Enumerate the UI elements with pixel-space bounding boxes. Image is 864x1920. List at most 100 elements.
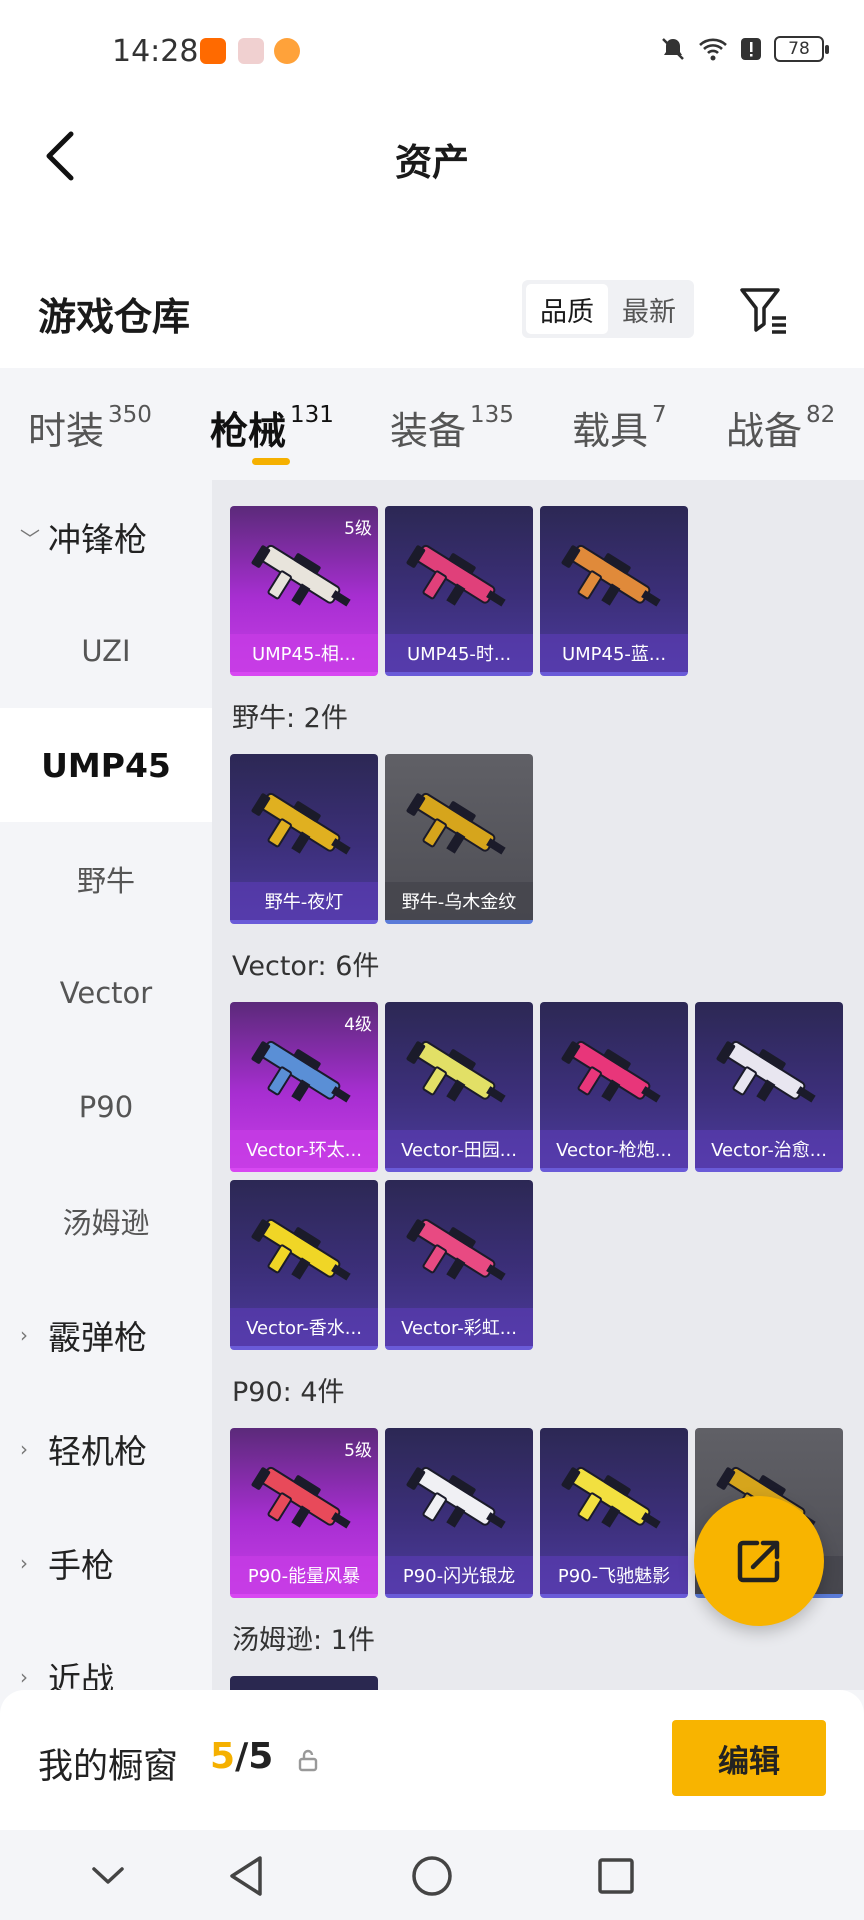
- sort-quality-button[interactable]: 品质: [526, 284, 608, 334]
- circle-home-icon: [412, 1856, 452, 1896]
- lock-icon: [298, 1749, 318, 1772]
- tab-label: 时装: [28, 409, 105, 453]
- sidebar-item-vector[interactable]: Vector: [0, 936, 212, 1050]
- nav-recents-button[interactable]: [588, 1848, 644, 1904]
- sidebar-item-p90[interactable]: P90: [0, 1050, 212, 1164]
- skin-card[interactable]: UMP45-时...: [385, 506, 533, 676]
- skin-card[interactable]: 5级 P90-能量风暴: [230, 1428, 378, 1598]
- weapon-skin-icon: [406, 544, 506, 607]
- sidebar-item-thompson[interactable]: 汤姆逊: [0, 1164, 212, 1278]
- square-recents-icon: [598, 1858, 634, 1894]
- sidebar-item-smg[interactable]: ﹀ 冲锋枪: [0, 480, 212, 594]
- tab-vehicles[interactable]: 载具 7: [572, 400, 667, 455]
- sidebar-item-label: 手枪: [48, 1546, 114, 1585]
- taobao-app-icon: [200, 38, 226, 64]
- weapon-type-sidebar: ﹀ 冲锋枪 UZI UMP45 野牛 Vector P90 汤姆逊 › 霰弹枪 › 轻…: [0, 480, 212, 1699]
- skin-name: P90-飞驰魅影: [540, 1556, 688, 1594]
- sidebar-item-pistol[interactable]: › 手枪: [0, 1506, 212, 1620]
- skin-card[interactable]: Vector-香水...: [230, 1180, 378, 1350]
- weapon-skin-icon: [561, 1040, 661, 1103]
- skin-card[interactable]: P90-飞驰魅影: [540, 1428, 688, 1598]
- skin-card[interactable]: Vector-田园...: [385, 1002, 533, 1172]
- skin-name: 野牛-乌木金纹: [385, 882, 533, 920]
- skin-card[interactable]: 5级 UMP45-相...: [230, 506, 378, 676]
- sidebar-item-shotgun[interactable]: › 霰弹枪: [0, 1278, 212, 1392]
- skin-name: 野牛-夜灯: [230, 882, 378, 920]
- status-time: 14:28: [112, 34, 199, 69]
- sidebar-item-bizon[interactable]: 野牛: [0, 822, 212, 936]
- sort-newest-button[interactable]: 最新: [608, 284, 690, 334]
- skin-name: Vector-香水...: [230, 1308, 378, 1346]
- chevron-down-icon: ﹀: [20, 526, 40, 551]
- weapon-skin-icon: [561, 1466, 661, 1529]
- app-notification-icon: [238, 38, 264, 64]
- wifi-icon: [699, 38, 727, 61]
- skin-card[interactable]: Vector-彩虹...: [385, 1180, 533, 1350]
- skin-name: Vector-治愈...: [695, 1130, 843, 1168]
- skin-card[interactable]: 4级 Vector-环太...: [230, 1002, 378, 1172]
- skin-card[interactable]: Vector-治愈...: [695, 1002, 843, 1172]
- section-title: 游戏仓库: [38, 295, 191, 339]
- skin-name: UMP45-时...: [385, 634, 533, 672]
- sidebar-item-label: 轻机枪: [48, 1432, 147, 1471]
- system-nav-bar: [0, 1830, 864, 1920]
- active-tab-indicator: [252, 458, 290, 465]
- status-bar: 14:28 78: [0, 0, 864, 100]
- skin-card[interactable]: 野牛-夜灯: [230, 754, 378, 924]
- top-header: 资产: [0, 100, 864, 240]
- share-fab-button[interactable]: [694, 1496, 824, 1626]
- sidebar-item-uzi[interactable]: UZI: [0, 594, 212, 708]
- tab-fashion[interactable]: 时装 350: [28, 400, 152, 455]
- sidebar-item-ump45[interactable]: UMP45: [0, 708, 212, 822]
- nav-home-button[interactable]: [404, 1848, 460, 1904]
- nav-collapse-button[interactable]: [80, 1848, 136, 1904]
- skin-card[interactable]: 野牛-乌木金纹: [385, 754, 533, 924]
- weapon-skin-icon: [406, 792, 506, 855]
- level-badge: 4级: [344, 1015, 372, 1035]
- showcase-total: /5: [235, 1736, 274, 1777]
- alert-icon: [741, 38, 761, 60]
- tab-count: 7: [652, 402, 667, 428]
- sidebar-item-label: Vector: [59, 976, 153, 1010]
- skin-card-partial[interactable]: [230, 1676, 378, 1690]
- skin-card[interactable]: P90-闪光银龙: [385, 1428, 533, 1598]
- weapon-skin-icon: [406, 1466, 506, 1529]
- sidebar-item-label: UZI: [81, 634, 131, 668]
- sidebar-item-label: 冲锋枪: [48, 520, 147, 559]
- sidebar-item-lmg[interactable]: › 轻机枪: [0, 1392, 212, 1506]
- tab-equipment[interactable]: 装备 135: [390, 400, 514, 455]
- tab-count: 131: [290, 402, 334, 428]
- warehouse-header: 游戏仓库 品质 最新: [0, 240, 864, 368]
- chevron-down-icon: [92, 1867, 124, 1884]
- sidebar-item-label: P90: [78, 1090, 134, 1124]
- tab-supplies[interactable]: 战备 82: [726, 400, 835, 455]
- tab-count: 82: [806, 402, 836, 428]
- sidebar-item-label: 霰弹枪: [48, 1318, 147, 1357]
- edit-button[interactable]: 编辑: [672, 1720, 826, 1796]
- skin-name: Vector-彩虹...: [385, 1308, 533, 1346]
- weapon-skin-icon: [251, 792, 351, 855]
- skin-card[interactable]: Vector-枪炮...: [540, 1002, 688, 1172]
- showcase-current: 5: [210, 1736, 236, 1777]
- mute-icon: [662, 38, 684, 60]
- group-label-thompson: 汤姆逊: 1件: [232, 1625, 375, 1656]
- level-badge: 5级: [344, 519, 372, 539]
- filter-button[interactable]: [736, 282, 792, 338]
- skin-name: Vector-枪炮...: [540, 1130, 688, 1168]
- sort-toggle: 品质 最新: [522, 280, 694, 338]
- nav-back-button[interactable]: [218, 1848, 274, 1904]
- tab-label: 载具: [572, 409, 649, 453]
- group-label-p90: P90: 4件: [232, 1377, 345, 1408]
- tab-weapons[interactable]: 枪械 131: [210, 400, 334, 455]
- level-badge: 5级: [344, 1441, 372, 1461]
- skin-name: UMP45-相...: [230, 634, 378, 672]
- tab-count: 135: [470, 402, 514, 428]
- skin-card[interactable]: UMP45-蓝...: [540, 506, 688, 676]
- weapon-skin-icon: [251, 1218, 351, 1281]
- skin-name: P90-闪光银龙: [385, 1556, 533, 1594]
- chevron-right-icon: ›: [20, 1551, 28, 1575]
- skin-name: P90-能量风暴: [230, 1556, 378, 1594]
- chevron-right-icon: ›: [20, 1437, 28, 1461]
- showcase-bar: 我的橱窗 5/5 编辑: [0, 1690, 864, 1830]
- app-notification-icon-2: [274, 38, 300, 64]
